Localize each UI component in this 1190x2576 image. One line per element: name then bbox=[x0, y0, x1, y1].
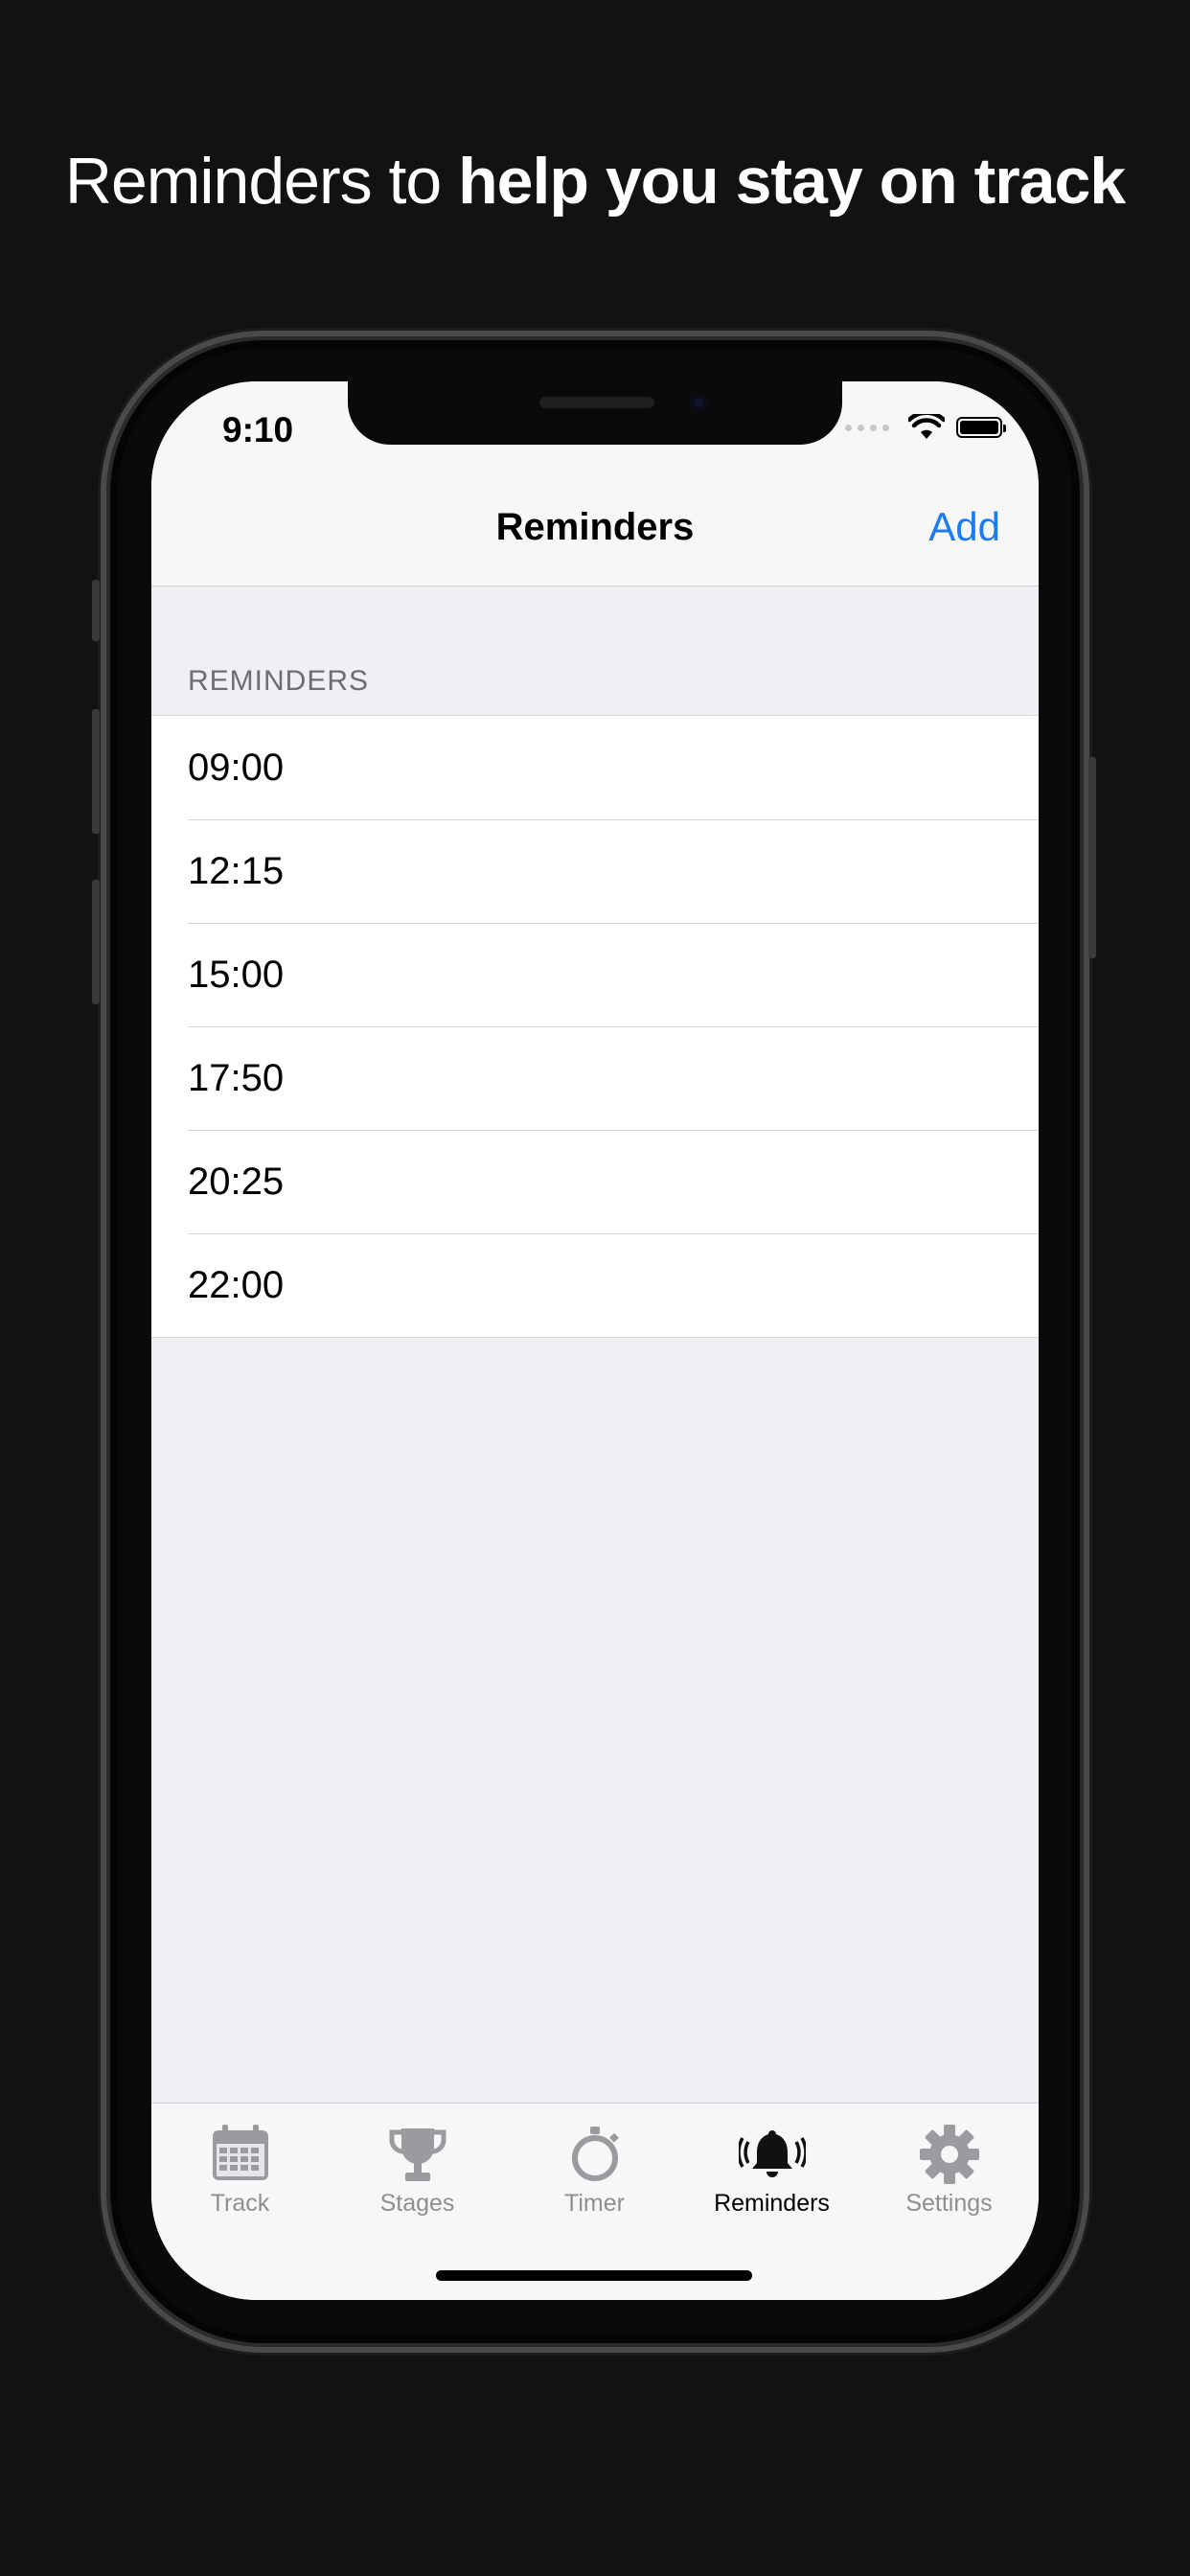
tab-label: Settings bbox=[905, 2190, 993, 2217]
bell-icon bbox=[738, 2130, 806, 2177]
list-item[interactable]: 17:50 bbox=[151, 1026, 1039, 1130]
tab-label: Track bbox=[210, 2190, 270, 2217]
volume-up-button bbox=[92, 709, 100, 834]
page-title: Reminders bbox=[495, 506, 695, 548]
tab-reminders[interactable]: Reminders bbox=[683, 2121, 860, 2218]
calendar-icon bbox=[212, 2125, 268, 2180]
silent-switch bbox=[92, 580, 100, 641]
tab-stages[interactable]: Stages bbox=[329, 2121, 506, 2218]
headline-regular: Reminders to bbox=[64, 145, 459, 218]
reminder-list: 09:00 12:15 15:00 17:50 20:25 22:00 bbox=[151, 715, 1039, 1338]
reminder-time: 12:15 bbox=[188, 849, 285, 892]
signal-icon bbox=[845, 424, 889, 431]
list-item[interactable]: 20:25 bbox=[151, 1130, 1039, 1233]
notch bbox=[348, 381, 842, 445]
list-item[interactable]: 09:00 bbox=[151, 716, 1039, 819]
volume-down-button bbox=[92, 880, 100, 1004]
home-indicator bbox=[436, 2270, 752, 2281]
list-item[interactable]: 22:00 bbox=[151, 1233, 1039, 1337]
power-button bbox=[1088, 757, 1096, 958]
list-item[interactable]: 15:00 bbox=[151, 923, 1039, 1026]
reminder-time: 09:00 bbox=[188, 746, 285, 789]
list-item[interactable]: 12:15 bbox=[151, 819, 1039, 923]
reminder-time: 20:25 bbox=[188, 1160, 285, 1203]
tab-label: Stages bbox=[379, 2190, 455, 2217]
headline: Reminders to help you stay on track bbox=[0, 144, 1190, 218]
trophy-icon bbox=[389, 2128, 446, 2181]
reminder-time: 17:50 bbox=[188, 1056, 285, 1099]
headline-bold: help you stay on track bbox=[458, 145, 1126, 218]
status-icons bbox=[845, 414, 1006, 441]
tab-timer[interactable]: Timer bbox=[506, 2121, 683, 2218]
phone-screen: 9:10 Reminders Add REMINDERS 09:00 12:15… bbox=[151, 381, 1039, 2300]
add-button[interactable]: Add bbox=[928, 504, 1000, 550]
tab-bar: Track Stages Timer Reminders Settings bbox=[151, 2103, 1039, 2300]
speaker bbox=[539, 397, 654, 408]
wifi-icon bbox=[908, 414, 945, 439]
reminder-time: 22:00 bbox=[188, 1263, 285, 1306]
status-time: 9:10 bbox=[222, 410, 294, 449]
section-header: REMINDERS bbox=[188, 665, 370, 697]
tab-label: Timer bbox=[564, 2190, 625, 2217]
tab-track[interactable]: Track bbox=[151, 2121, 329, 2218]
front-camera bbox=[689, 393, 708, 412]
stopwatch-icon bbox=[571, 2127, 619, 2181]
gear-icon bbox=[919, 2125, 979, 2184]
tab-label: Reminders bbox=[714, 2190, 830, 2217]
battery-icon bbox=[956, 417, 1006, 438]
tab-settings[interactable]: Settings bbox=[860, 2121, 1038, 2218]
reminder-time: 15:00 bbox=[188, 953, 285, 996]
